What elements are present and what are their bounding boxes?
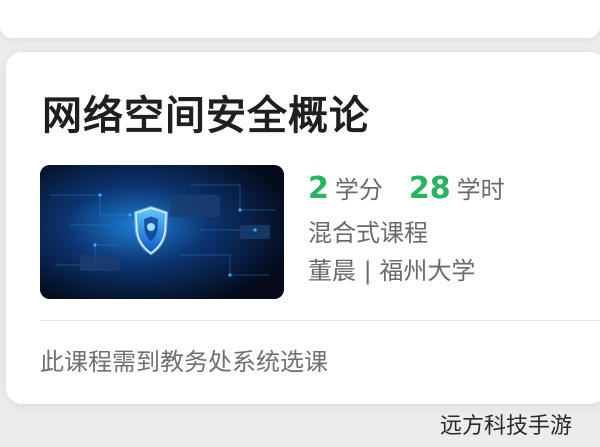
course-card[interactable]: 网络空间安全概论 2 学分 28 学时 混合式课程 董晨 | 福州大学 此课程需… [6, 52, 600, 404]
course-title: 网络空间安全概论 [42, 93, 370, 139]
course-thumbnail[interactable] [40, 165, 284, 299]
divider [40, 320, 600, 321]
enroll-note: 此课程需到教务处系统选课 [40, 348, 328, 376]
hours-unit: 学时 [456, 176, 505, 204]
credits-unit: 学分 [334, 176, 383, 204]
shield-icon [40, 165, 284, 299]
previous-card-strip [0, 0, 600, 38]
teacher-school: 董晨 | 福州大学 [308, 257, 476, 285]
hours-value: 28 [408, 171, 451, 206]
watermark: 远方科技手游 [440, 414, 573, 439]
course-stats: 2 学分 28 学时 [308, 170, 505, 214]
course-info: 2 学分 28 学时 混合式课程 董晨 | 福州大学 [308, 170, 505, 290]
credits-value: 2 [308, 171, 329, 206]
course-type: 混合式课程 [308, 219, 428, 247]
